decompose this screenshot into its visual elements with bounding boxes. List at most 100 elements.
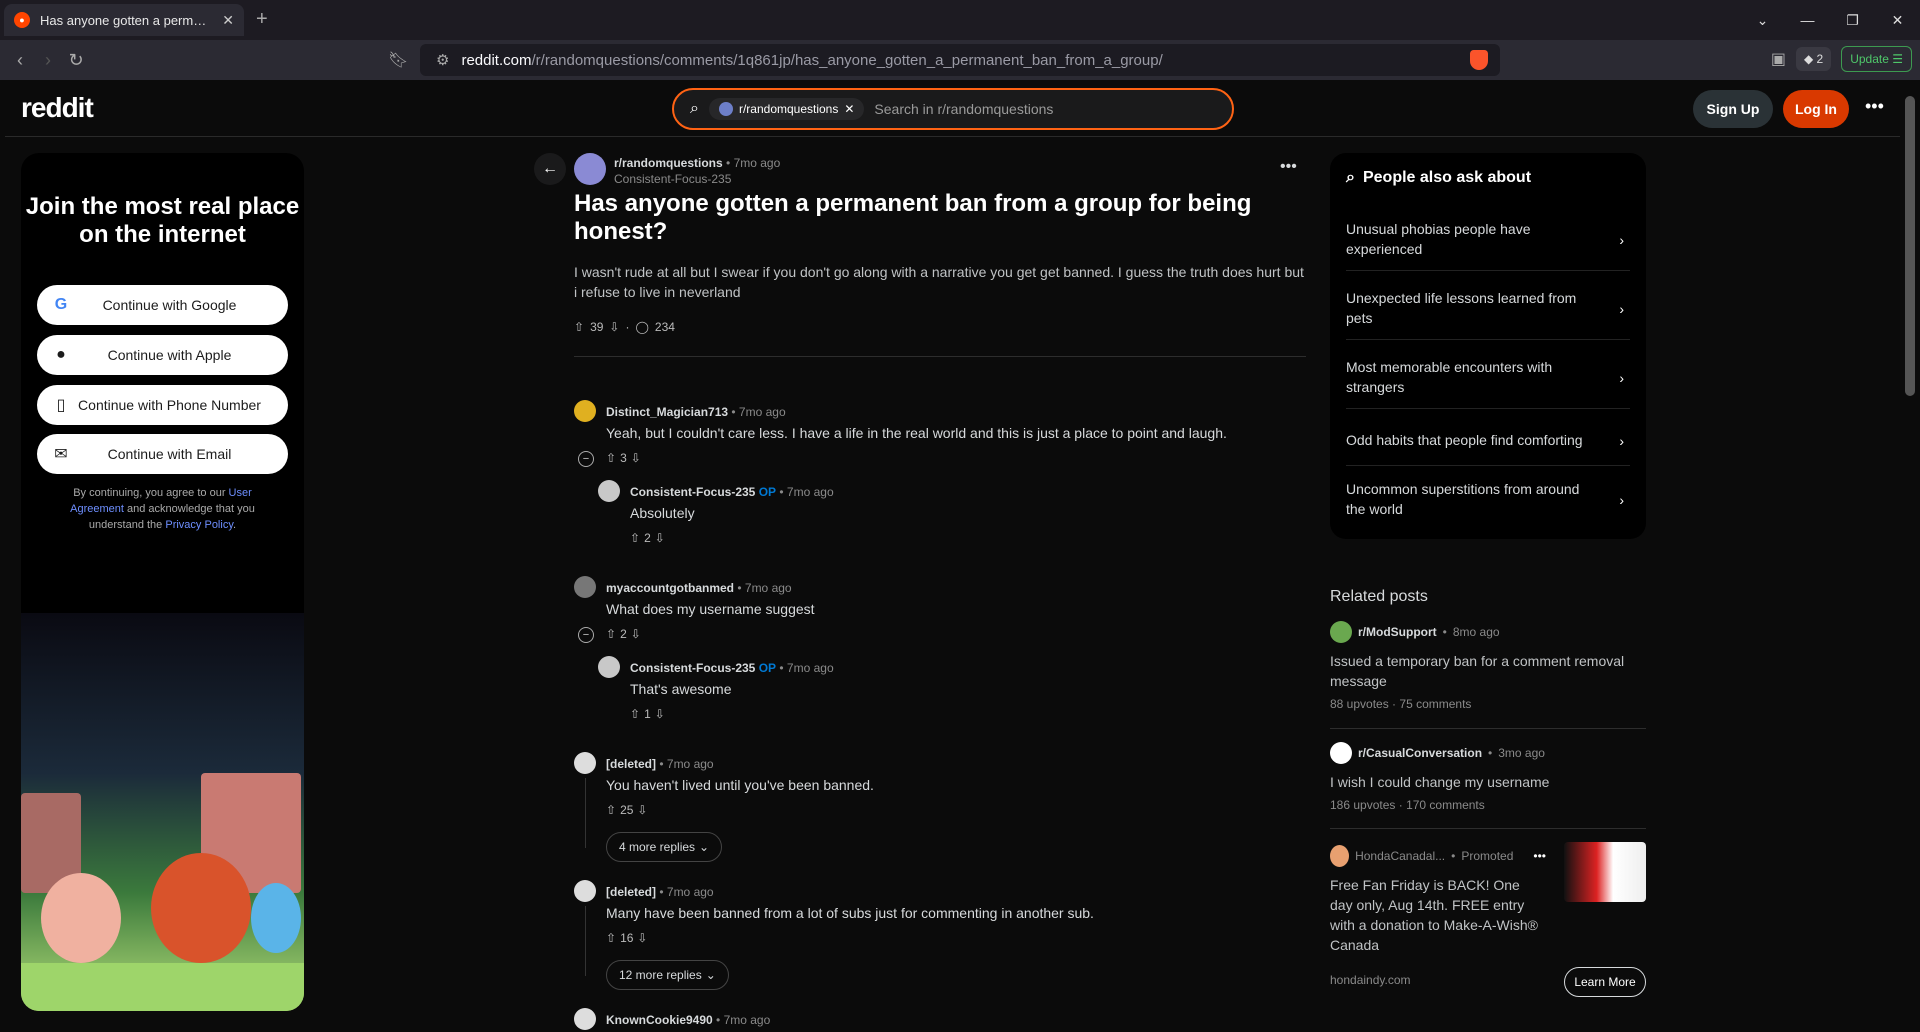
continue-email-label: Continue with Email bbox=[107, 446, 232, 462]
comment-text: That's awesome bbox=[630, 681, 732, 697]
comment-author[interactable]: myaccountgotbanmed bbox=[606, 581, 734, 595]
site-settings-icon[interactable]: ⚙ bbox=[436, 51, 449, 69]
scrollbar-thumb[interactable] bbox=[1905, 96, 1915, 396]
subreddit-avatar[interactable] bbox=[574, 153, 606, 185]
ask-item[interactable]: Uncommon superstitions from around the w… bbox=[1346, 469, 1630, 531]
sign-up-button[interactable]: Sign Up bbox=[1693, 90, 1773, 128]
ad-domain[interactable]: hondaindy.com bbox=[1330, 973, 1546, 987]
search-subreddit-chip[interactable]: r/randomquestions ✕ bbox=[708, 98, 865, 120]
comment-author[interactable]: KnownCookie9490 bbox=[606, 1013, 713, 1027]
related-title[interactable]: Issued a temporary ban for a comment rem… bbox=[1330, 651, 1646, 691]
comment-avatar[interactable] bbox=[574, 576, 596, 598]
bookmark-icon[interactable]: 🔖︎ bbox=[388, 50, 408, 70]
minimize-icon[interactable]: — bbox=[1785, 12, 1830, 28]
search-input[interactable]: Search in r/randomquestions bbox=[874, 101, 1053, 117]
ad-more-options-icon[interactable]: ••• bbox=[1533, 849, 1546, 863]
ask-item[interactable]: Unexpected life lessons learned from pet… bbox=[1346, 278, 1630, 340]
promoted-post[interactable]: HondaCanadal... • Promoted ••• Free Fan F… bbox=[1330, 845, 1546, 987]
ask-item[interactable]: Odd habits that people find comforting › bbox=[1346, 416, 1630, 466]
ask-item[interactable]: Most memorable encounters with strangers… bbox=[1346, 347, 1630, 409]
upvote-icon[interactable]: ⇧ bbox=[606, 931, 616, 945]
comment-time: 7mo ago bbox=[666, 757, 714, 771]
downvote-icon[interactable]: ⇩ bbox=[637, 931, 647, 945]
related-posts-heading: Related posts bbox=[1330, 588, 1428, 605]
close-window-icon[interactable]: ✕ bbox=[1875, 12, 1920, 29]
tab-list-icon[interactable]: ⌄ bbox=[1740, 12, 1785, 29]
comment-avatar[interactable] bbox=[574, 400, 596, 422]
comment-time: 7mo ago bbox=[666, 885, 714, 899]
back-icon[interactable]: ‹ bbox=[6, 50, 34, 71]
update-button[interactable]: Update ☰ bbox=[1841, 46, 1912, 72]
collapse-thread-icon[interactable]: − bbox=[578, 451, 594, 467]
more-replies-button[interactable]: 12 more replies ⌄ bbox=[606, 960, 729, 990]
downvote-icon[interactable]: ⇩ bbox=[655, 707, 665, 721]
related-post[interactable]: r/ModSupport • 8mo ago Issued a temporar… bbox=[1330, 621, 1646, 711]
post-more-options-icon[interactable]: ••• bbox=[1280, 158, 1297, 176]
ad-thumbnail[interactable] bbox=[1564, 842, 1646, 902]
upvote-icon[interactable]: ⇧ bbox=[606, 451, 616, 465]
collapse-thread-icon[interactable]: − bbox=[578, 627, 594, 643]
downvote-icon[interactable]: ⇩ bbox=[637, 803, 647, 817]
related-subreddit[interactable]: r/CasualConversation bbox=[1358, 746, 1482, 760]
search-bar[interactable]: ⌕ r/randomquestions ✕ Search in r/random… bbox=[672, 88, 1234, 130]
illustration-character bbox=[151, 853, 251, 963]
upvote-icon[interactable]: ⇧ bbox=[630, 707, 640, 721]
ask-item[interactable]: Unusual phobias people have experienced › bbox=[1346, 209, 1630, 271]
comment-author[interactable]: [deleted] bbox=[606, 885, 656, 899]
back-button[interactable]: ← bbox=[534, 153, 566, 185]
upvote-icon[interactable]: ⇧ bbox=[630, 531, 640, 545]
reload-icon[interactable]: ↻ bbox=[62, 50, 90, 71]
thread-line[interactable] bbox=[585, 906, 586, 976]
restore-icon[interactable]: ❐ bbox=[1830, 12, 1875, 29]
new-tab-button[interactable]: + bbox=[256, 8, 268, 31]
post-author-link[interactable]: Consistent-Focus-235 bbox=[614, 172, 731, 186]
more-options-icon[interactable]: ••• bbox=[1865, 96, 1884, 117]
continue-google-button[interactable]: G Continue with Google bbox=[37, 285, 288, 325]
post-body: I wasn't rude at all but I swear if you … bbox=[574, 264, 1304, 300]
downvote-icon[interactable]: ⇩ bbox=[609, 320, 619, 334]
comment-avatar[interactable] bbox=[574, 880, 596, 902]
continue-phone-button[interactable]: ▯ Continue with Phone Number bbox=[37, 385, 288, 425]
continue-apple-button[interactable]: ● Continue with Apple bbox=[37, 335, 288, 375]
ad-sponsor[interactable]: HondaCanadal... bbox=[1355, 849, 1445, 863]
ad-title[interactable]: Free Fan Friday is BACK! One day only, A… bbox=[1330, 875, 1546, 955]
google-icon: G bbox=[54, 296, 68, 313]
forward-icon[interactable]: › bbox=[34, 50, 62, 71]
more-replies-button[interactable]: 4 more replies ⌄ bbox=[606, 832, 723, 862]
continue-email-button[interactable]: ✉ Continue with Email bbox=[37, 434, 288, 474]
comment-icon[interactable]: ◯ bbox=[635, 320, 648, 334]
related-subreddit[interactable]: r/ModSupport bbox=[1358, 625, 1437, 639]
wallet-chip[interactable]: ◆ 2 bbox=[1795, 47, 1832, 71]
sidebar-toggle-icon[interactable]: ▣ bbox=[1771, 49, 1786, 69]
comment-author[interactable]: Distinct_Magician713 bbox=[606, 405, 728, 419]
upvote-icon[interactable]: ⇧ bbox=[606, 627, 616, 641]
privacy-policy-link[interactable]: Privacy Policy bbox=[165, 519, 233, 531]
related-post[interactable]: r/CasualConversation • 3mo ago I wish I … bbox=[1330, 742, 1646, 812]
brave-shield-icon[interactable] bbox=[1470, 50, 1488, 70]
downvote-icon[interactable]: ⇩ bbox=[655, 531, 665, 545]
log-in-button[interactable]: Log In bbox=[1783, 90, 1849, 128]
upvote-icon[interactable]: ⇧ bbox=[606, 803, 616, 817]
close-tab-icon[interactable]: ✕ bbox=[222, 12, 234, 29]
comment-author[interactable]: Consistent-Focus-235 bbox=[630, 485, 755, 499]
reddit-logo[interactable]: reddit bbox=[21, 92, 94, 124]
comment-avatar[interactable] bbox=[574, 1008, 596, 1030]
downvote-icon[interactable]: ⇩ bbox=[631, 451, 641, 465]
comment-author[interactable]: Consistent-Focus-235 bbox=[630, 661, 755, 675]
post-subreddit-link[interactable]: r/randomquestions bbox=[614, 156, 723, 170]
comment-avatar[interactable] bbox=[598, 656, 620, 678]
related-title[interactable]: I wish I could change my username bbox=[1330, 772, 1646, 792]
page-scrollbar[interactable] bbox=[1900, 80, 1920, 1032]
remove-chip-icon[interactable]: ✕ bbox=[844, 102, 854, 116]
upvote-icon[interactable]: ⇧ bbox=[574, 320, 584, 334]
comment-avatar[interactable] bbox=[598, 480, 620, 502]
comment-avatar[interactable] bbox=[574, 752, 596, 774]
address-bar[interactable]: ⚙ reddit.com/r/randomquestions/comments/… bbox=[420, 44, 1500, 76]
comment-meta: Distinct_Magician713 • 7mo ago bbox=[606, 405, 786, 419]
thread-line[interactable] bbox=[585, 778, 586, 848]
downvote-icon[interactable]: ⇩ bbox=[631, 627, 641, 641]
comment-author[interactable]: [deleted] bbox=[606, 757, 656, 771]
comment-votes: ⇧ 2 ⇩ bbox=[606, 627, 641, 641]
learn-more-button[interactable]: Learn More bbox=[1564, 967, 1646, 997]
browser-tab[interactable]: ● Has anyone gotten a permanent ban from… bbox=[4, 4, 244, 36]
